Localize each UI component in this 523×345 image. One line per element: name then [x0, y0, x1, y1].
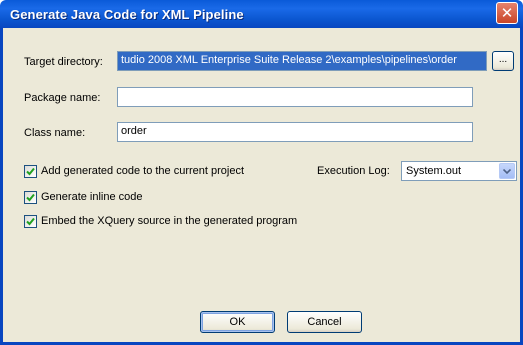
target-directory-label: Target directory:: [24, 56, 103, 68]
title-bar[interactable]: Generate Java Code for XML Pipeline ✕: [0, 0, 523, 28]
execution-log-value: System.out: [406, 165, 462, 177]
chevron-down-icon[interactable]: [499, 163, 515, 179]
checkmark-icon: [26, 167, 35, 176]
add-to-project-checkbox[interactable]: [24, 165, 37, 178]
embed-xquery-checkbox[interactable]: [24, 215, 37, 228]
execution-log-label: Execution Log:: [317, 165, 390, 177]
checkmark-icon: [26, 217, 35, 226]
cancel-button[interactable]: Cancel: [287, 311, 362, 333]
execution-log-select[interactable]: System.out: [401, 161, 517, 181]
browse-button[interactable]: ...: [492, 51, 514, 71]
add-to-project-label[interactable]: Add generated code to the current projec…: [41, 165, 244, 177]
close-button[interactable]: ✕: [496, 2, 518, 24]
inline-code-checkbox[interactable]: [24, 191, 37, 204]
dialog-body: [0, 28, 523, 345]
class-name-field[interactable]: order: [117, 122, 473, 142]
class-name-label: Class name:: [24, 127, 86, 139]
close-icon: ✕: [500, 4, 514, 22]
ok-button[interactable]: OK: [200, 311, 275, 333]
checkmark-icon: [26, 193, 35, 202]
package-name-label: Package name:: [24, 92, 101, 104]
embed-xquery-label[interactable]: Embed the XQuery source in the generated…: [41, 215, 297, 227]
package-name-field[interactable]: [117, 87, 473, 107]
inline-code-label[interactable]: Generate inline code: [41, 191, 143, 203]
window-title: Generate Java Code for XML Pipeline: [10, 7, 244, 22]
target-directory-field[interactable]: tudio 2008 XML Enterprise Suite Release …: [117, 51, 487, 71]
